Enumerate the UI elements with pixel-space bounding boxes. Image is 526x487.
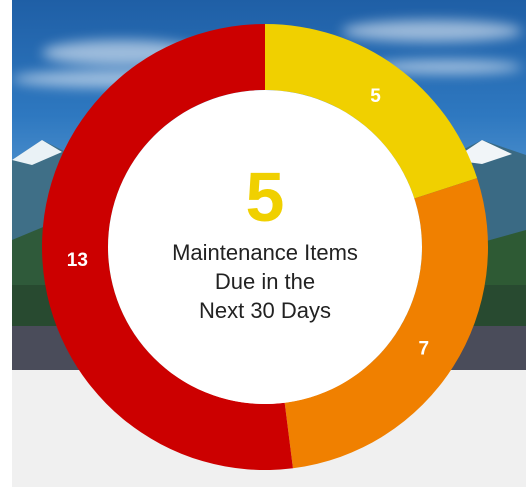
- maintenance-widget: 5 7 13 5 Maintenance Items Due in the Next…: [0, 0, 526, 487]
- donut-svg: 5 7 13: [42, 24, 488, 470]
- slice-value-label: 13: [67, 250, 88, 271]
- slice-value-label: 5: [370, 86, 381, 107]
- donut-hole: [108, 90, 422, 404]
- slice-value-label: 7: [418, 339, 429, 360]
- donut-chart: 5 7 13 5 Maintenance Items Due in the Next…: [42, 24, 488, 470]
